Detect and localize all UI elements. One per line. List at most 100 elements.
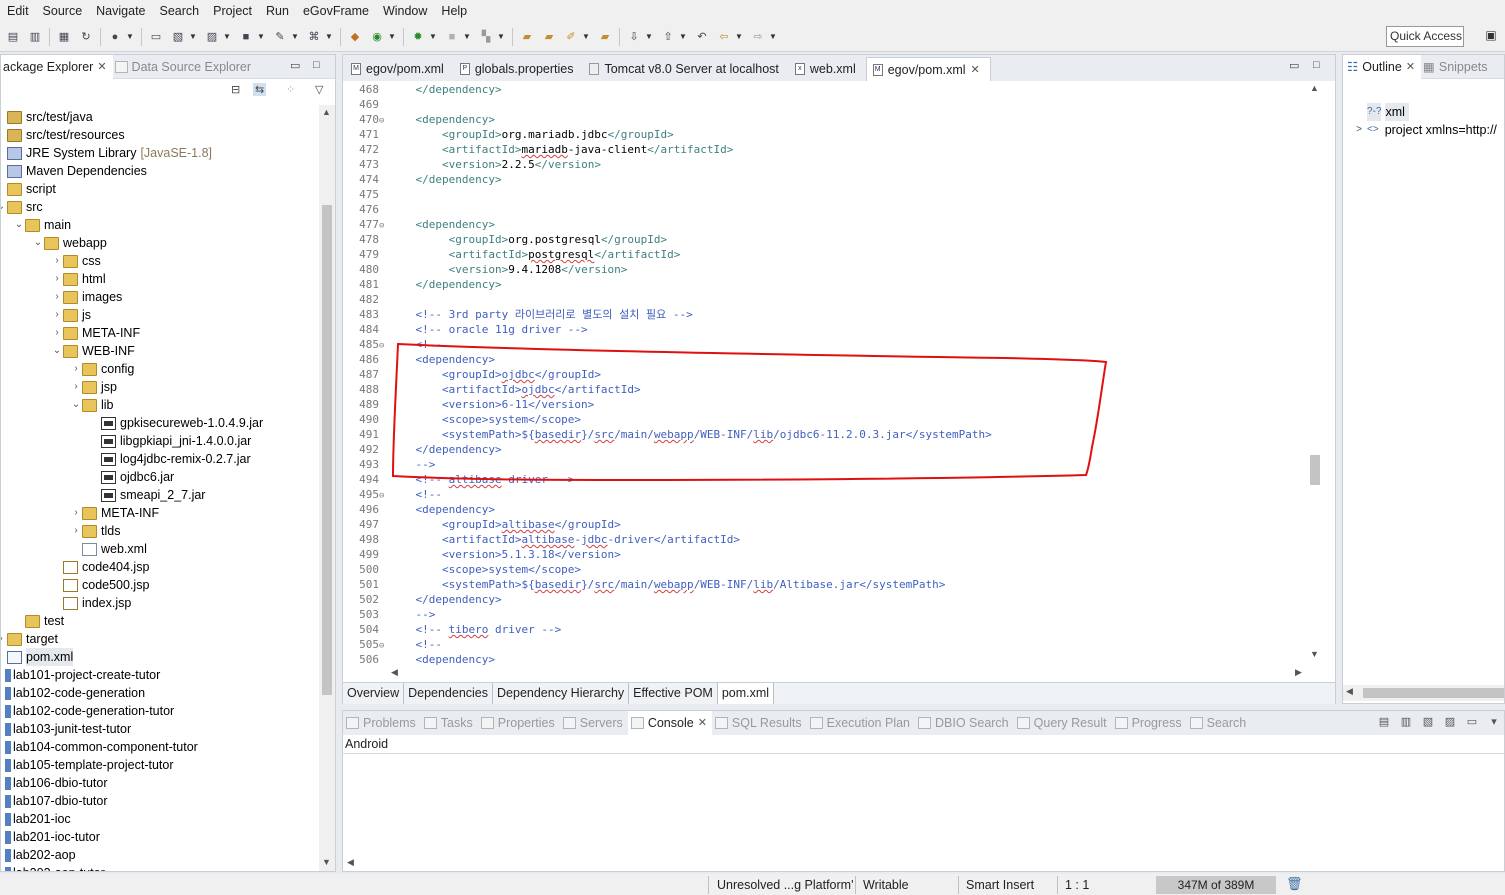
pin-console-icon[interactable]: ▨ bbox=[1442, 715, 1458, 731]
chevron-down-icon[interactable]: ⌄ bbox=[13, 216, 25, 234]
view-menu-icon[interactable]: ▽ bbox=[315, 83, 323, 96]
tree-item-lab201-ioc-tutor[interactable]: lab201-ioc-tutor bbox=[5, 828, 100, 846]
chevron-right-icon[interactable]: › bbox=[70, 522, 82, 540]
chevron-down-icon[interactable]: ▼ bbox=[582, 32, 590, 41]
tab-package-explorer[interactable]: ackage Explorer ✕ bbox=[1, 54, 113, 79]
tab-query-result[interactable]: Query Result bbox=[1014, 711, 1112, 735]
chevron-down-icon[interactable]: ▼ bbox=[257, 32, 265, 41]
package-icon[interactable]: ◆ bbox=[346, 28, 364, 46]
menu-egovframe[interactable]: eGovFrame bbox=[296, 0, 376, 22]
chevron-right-icon[interactable]: › bbox=[70, 360, 82, 378]
tree-item-ojdbc6-jar[interactable]: ojdbc6.jar bbox=[89, 468, 174, 486]
close-icon[interactable]: ✕ bbox=[1406, 55, 1415, 79]
tab-data-source-explorer[interactable]: Data Source Explorer bbox=[113, 55, 258, 79]
tree-item-css[interactable]: › css bbox=[51, 252, 100, 270]
clear-console-icon[interactable]: ▤ bbox=[1376, 715, 1392, 731]
tree-item-src[interactable]: ⌄src bbox=[1, 198, 43, 216]
tree-item-lab104-common-component-tutor[interactable]: lab104-common-component-tutor bbox=[5, 738, 198, 756]
word-wrap-icon[interactable]: ▧ bbox=[1420, 715, 1436, 731]
tab-egov-pom-xml[interactable]: Megov/pom.xml bbox=[345, 57, 454, 81]
tree-item-libgpkiapi-jni-1-4-0-0-jar[interactable]: libgpkiapi_jni-1.4.0.0.jar bbox=[89, 432, 251, 450]
tree-item-target[interactable]: ›target bbox=[1, 630, 58, 648]
chevron-right-icon[interactable]: › bbox=[51, 270, 63, 288]
tree-item-jre-system-library[interactable]: JRE System Library [JavaSE-1.8] bbox=[1, 144, 212, 162]
tab-servers[interactable]: Servers bbox=[560, 711, 628, 735]
chevron-down-icon[interactable]: ▼ bbox=[429, 32, 437, 41]
menu-edit[interactable]: Edit bbox=[0, 0, 36, 22]
tree-item-main[interactable]: ⌄ main bbox=[13, 216, 71, 234]
tree-item-log4jdbc-remix-0-2-7-jar[interactable]: log4jdbc-remix-0.2.7.jar bbox=[89, 450, 251, 468]
chevron-down-icon[interactable]: ⌄ bbox=[32, 234, 44, 252]
tree-item-smeapi-2-7-jar[interactable]: smeapi_2_7.jar bbox=[89, 486, 205, 504]
scroll-left-icon[interactable]: ◀ bbox=[391, 667, 398, 678]
tab-overview[interactable]: Overview bbox=[343, 683, 405, 704]
tree-item-lab103-junit-test-tutor[interactable]: lab103-junit-test-tutor bbox=[5, 720, 131, 738]
tree-item-webapp[interactable]: ⌄ webapp bbox=[32, 234, 107, 252]
tab-snippets[interactable]: ▦ Snippets bbox=[1421, 55, 1493, 79]
tab-dependency-hierarchy[interactable]: Dependency Hierarchy bbox=[493, 683, 630, 704]
menu-navigate[interactable]: Navigate bbox=[89, 0, 152, 22]
open-resource-icon[interactable]: ▰ bbox=[596, 28, 614, 46]
tab-search[interactable]: Search bbox=[1187, 711, 1252, 735]
build-icon[interactable]: ▦ bbox=[55, 28, 73, 46]
tab-outline[interactable]: ☷ Outline ✕ bbox=[1343, 54, 1422, 79]
tree-item-lab102-code-generation-tutor[interactable]: lab102-code-generation-tutor bbox=[5, 702, 174, 720]
tree-item-script[interactable]: script bbox=[1, 180, 56, 198]
tab-problems[interactable]: Problems bbox=[343, 711, 421, 735]
tree-item-config[interactable]: › config bbox=[70, 360, 134, 378]
scroll-right-icon[interactable]: ▶ bbox=[1295, 667, 1302, 678]
code-editor[interactable]: 468 </dependency> 469 470⊖ <dependency> 471… bbox=[343, 81, 1309, 665]
chevron-down-icon[interactable]: ▼ bbox=[645, 32, 653, 41]
new-wizard-icon[interactable]: ▧ bbox=[169, 28, 187, 46]
chevron-right-icon[interactable]: › bbox=[51, 288, 63, 306]
chevron-down-icon[interactable]: ⌄ bbox=[70, 396, 82, 414]
filter-icon[interactable]: ⁘ bbox=[286, 83, 295, 96]
scroll-up-icon[interactable]: ▲ bbox=[1310, 83, 1319, 93]
pen-icon[interactable]: ✐ bbox=[562, 28, 580, 46]
tree-item-index-jsp[interactable]: index.jsp bbox=[51, 594, 131, 612]
chevron-down-icon[interactable]: ▼ bbox=[388, 32, 396, 41]
menu-run[interactable]: Run bbox=[259, 0, 296, 22]
chevron-down-icon[interactable]: ▼ bbox=[189, 32, 197, 41]
tree-item-lab202-aop[interactable]: lab202-aop bbox=[5, 846, 76, 864]
chevron-down-icon[interactable]: ▼ bbox=[325, 32, 333, 41]
tab-progress[interactable]: Progress bbox=[1112, 711, 1187, 735]
console-icon[interactable]: ■ bbox=[237, 28, 255, 46]
chevron-right-icon[interactable]: > bbox=[1353, 121, 1365, 139]
tree-item-lab202-aop-tutor[interactable]: lab202-aop-tutor bbox=[5, 864, 105, 871]
tree-item-lab201-ioc[interactable]: lab201-ioc bbox=[5, 810, 71, 828]
chevron-right-icon[interactable]: › bbox=[51, 306, 63, 324]
tree-item-tlds[interactable]: › tlds bbox=[70, 522, 120, 540]
tree-item-src-test-resources[interactable]: src/test/resources bbox=[1, 126, 125, 144]
outline-item-xml[interactable]: ?-? xml bbox=[1367, 103, 1409, 121]
chevron-right-icon[interactable]: › bbox=[51, 324, 63, 342]
outline-horizontal-scrollbar[interactable]: ◀ bbox=[1343, 685, 1504, 701]
chevron-down-icon[interactable]: ▼ bbox=[126, 32, 134, 41]
tree-item-gpkisecureweb-1-0-4-9-jar[interactable]: gpkisecureweb-1.0.4.9.jar bbox=[89, 414, 263, 432]
collapse-all-icon[interactable]: ⊟ bbox=[231, 83, 240, 96]
minimize-icon[interactable]: ▭ bbox=[1289, 59, 1299, 72]
chevron-down-icon[interactable]: ▾ bbox=[1486, 715, 1502, 731]
open-folder-icon[interactable]: ▰ bbox=[518, 28, 536, 46]
minimize-icon[interactable]: ▭ bbox=[290, 59, 300, 72]
prev-annotation-icon[interactable]: ⇧ bbox=[659, 28, 677, 46]
scroll-thumb[interactable] bbox=[1310, 455, 1320, 485]
save-all-icon[interactable]: ▥ bbox=[26, 28, 44, 46]
tab-console[interactable]: Console ✕ bbox=[627, 711, 712, 735]
console-horizontal-scrollbar[interactable]: ◀ bbox=[343, 855, 1504, 871]
new-class-icon[interactable]: ◉ bbox=[368, 28, 386, 46]
terminal-icon[interactable]: ▭ bbox=[147, 28, 165, 46]
tab-tomcat-v8-0-server-at-localhost[interactable]: Tomcat v8.0 Server at localhost bbox=[583, 57, 788, 81]
scroll-lock-icon[interactable]: ▥ bbox=[1398, 715, 1414, 731]
chevron-down-icon[interactable]: ▼ bbox=[735, 32, 743, 41]
tab-pom-xml[interactable]: pom.xml bbox=[717, 683, 775, 704]
tree-item-src-test-java[interactable]: src/test/java bbox=[1, 108, 93, 126]
maximize-icon[interactable]: □ bbox=[313, 59, 320, 71]
last-edit-icon[interactable]: ↶ bbox=[693, 28, 711, 46]
tree-item-js[interactable]: › js bbox=[51, 306, 91, 324]
tree-item-pom-xml[interactable]: pom.xml bbox=[1, 648, 74, 666]
tree-item-web-inf[interactable]: ⌄ WEB-INF bbox=[51, 342, 135, 360]
vertical-scrollbar[interactable]: ▲ ▼ bbox=[319, 105, 335, 871]
chevron-down-icon[interactable]: ▼ bbox=[497, 32, 505, 41]
chevron-right-icon[interactable]: › bbox=[70, 504, 82, 522]
